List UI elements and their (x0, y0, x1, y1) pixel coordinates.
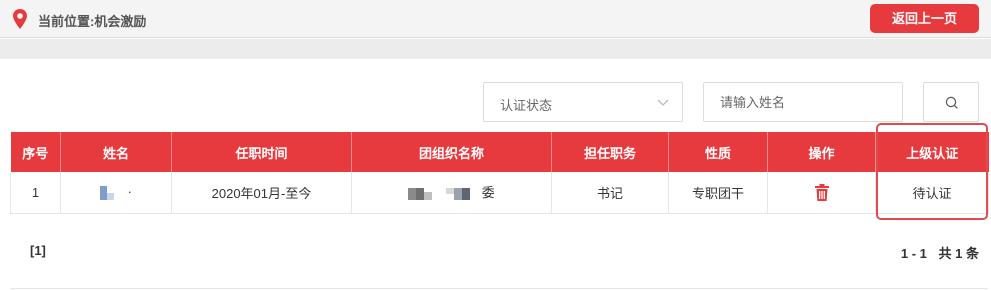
column-header-nature: 性质 (668, 132, 768, 172)
top-bar: 当前位置:机会激励 返回上一页 (0, 0, 991, 38)
cell-actions (767, 172, 876, 214)
cell-position: 书记 (551, 172, 669, 214)
bottom-divider (10, 288, 988, 289)
name-search-input[interactable] (703, 82, 903, 122)
cell-nature: 专职团干 (668, 172, 768, 214)
cell-name: · (60, 172, 172, 214)
section-divider (0, 39, 991, 59)
column-header-position: 担任职务 (551, 132, 669, 172)
cell-org-name: 委 (351, 172, 552, 214)
officer-table: 序号 姓名 任职时间 团组织名称 担任职务 性质 操作 上级认证 1 · 202… (10, 132, 989, 214)
cell-org-name-suffix: 委 (481, 185, 495, 201)
redacted-org-image (408, 188, 471, 201)
column-header-superior-certification: 上级认证 (875, 132, 989, 172)
search-button[interactable] (923, 82, 979, 122)
cell-name-suffix: · (127, 184, 132, 200)
page-number-link[interactable]: [1] (30, 243, 46, 258)
table-row: 1 · 2020年01月-至今 委 书记 专职团干 待认证 (10, 172, 989, 214)
cell-tenure: 2020年01月-至今 (171, 172, 352, 214)
pagination-summary: 1 - 1 共 1 条 (901, 243, 979, 262)
column-header-name: 姓名 (60, 132, 172, 172)
cell-index: 1 (10, 172, 61, 214)
column-header-org-name: 团组织名称 (351, 132, 552, 172)
column-header-actions: 操作 (767, 132, 876, 172)
redacted-name-image (100, 186, 115, 201)
search-icon (945, 96, 958, 109)
pagination-total: 共 1 条 (938, 246, 979, 261)
column-header-index: 序号 (10, 132, 61, 172)
cell-certification-status[interactable]: 待认证 (875, 172, 989, 214)
trash-icon[interactable] (814, 183, 829, 201)
status-select[interactable]: 认证状态 (483, 82, 683, 122)
column-header-tenure: 任职时间 (171, 132, 352, 172)
table-header-row: 序号 姓名 任职时间 团组织名称 担任职务 性质 操作 上级认证 (10, 132, 989, 172)
status-select-value: 认证状态 (500, 98, 553, 113)
pagination-range: 1 - 1 (900, 246, 927, 261)
location-pin-icon (13, 9, 27, 29)
back-button[interactable]: 返回上一页 (870, 4, 979, 33)
chevron-down-icon (657, 99, 669, 106)
breadcrumb-location: 当前位置:机会激励 (38, 14, 147, 29)
